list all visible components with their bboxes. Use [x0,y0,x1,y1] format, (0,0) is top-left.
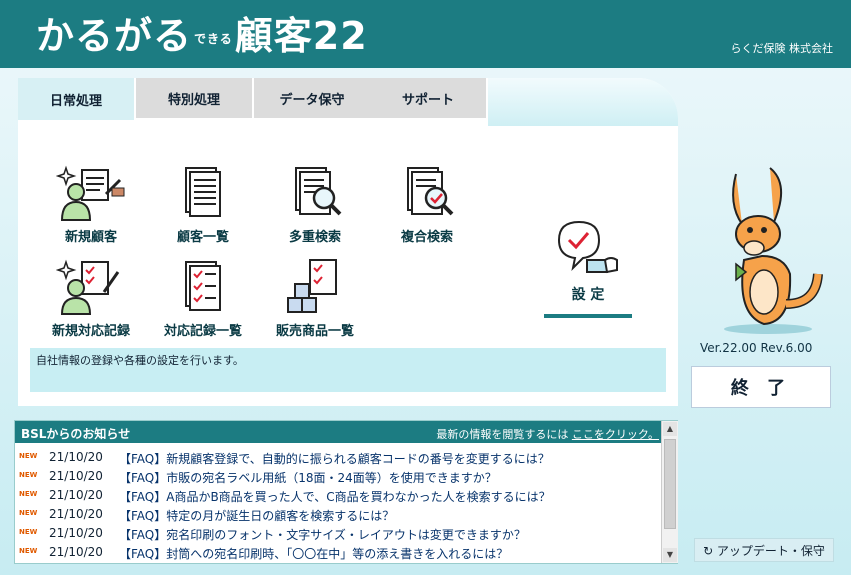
menu-compound-search[interactable]: 複合検索 [372,164,482,245]
menu-label: 多重検索 [288,230,341,245]
new-badge: NEW [19,528,38,536]
news-item[interactable]: NEW 21/10/20 【FAQ】A商品かB商品を買った人で、C商品を買わなかった… [15,486,655,505]
update-maintenance-button[interactable]: ↻ アップデート・保守 [694,538,834,562]
news-panel: BSLからのお知らせ 最新の情報を閲覧するには ここをクリック。 NEW 21/1… [14,420,678,564]
menu-label: 販売商品一覧 [275,324,354,339]
main-panel: 日常処理 特別処理 データ保守 サポート 新規顧客 顧客一覧 多重検索 複合検索… [18,78,678,406]
settings-label: 設 定 [571,287,605,303]
tab-support[interactable]: サポート [370,78,486,118]
new-badge: NEW [19,509,38,517]
exit-button[interactable]: 終 了 [691,366,831,408]
compound-search-icon [407,167,454,216]
menu-multi-search[interactable]: 多重検索 [260,164,370,245]
news-scrollbar[interactable]: ▲ ▼ [661,421,678,563]
app-logo: かるがる できる顧客22 [36,14,368,58]
record-list-icon [185,261,221,311]
news-item[interactable]: NEW 21/10/20 【FAQ】特定の月が誕生日の顧客を検索するには？ [15,505,655,524]
customer-list-icon [185,167,221,217]
news-header: BSLからのお知らせ 最新の情報を閲覧するには ここをクリック。 [15,421,661,443]
menu-label: 新規顧客 [64,230,117,245]
news-item[interactable]: NEW 21/10/20 【FAQ】新規顧客登録で、自動的に振られる顧客コードの番号… [15,448,655,467]
scroll-down-icon[interactable]: ▼ [663,548,677,562]
new-badge: NEW [19,471,38,479]
tab-daily[interactable]: 日常処理 [18,78,134,120]
kangaroo-mascot-icon [724,167,823,334]
products-icon [287,259,337,313]
new-badge: NEW [19,547,38,555]
new-customer-icon [56,165,125,221]
scroll-thumb[interactable] [664,439,676,529]
menu-products[interactable]: 販売商品一覧 [260,258,370,339]
menu-record-list[interactable]: 対応記録一覧 [148,258,258,339]
app-header: かるがる できる顧客22 らくだ保険 株式会社 [0,0,851,68]
menu-new-customer[interactable]: 新規顧客 [36,164,146,245]
news-item[interactable]: NEW 21/10/20 【FAQ】市販の宛名ラベル用紙（18面・24面等）を使用で… [15,467,655,486]
news-title: BSLからのお知らせ [21,427,131,441]
multi-search-icon [295,167,342,216]
settings-check-icon [557,220,618,274]
news-info: 最新の情報を閲覧するには ここをクリック。 [436,428,659,441]
company-name: らくだ保険 株式会社 [730,42,834,55]
menu-label: 複合検索 [400,230,453,245]
settings-underline [544,314,632,318]
menu-customer-list[interactable]: 顧客一覧 [148,164,258,245]
news-item[interactable]: NEW 21/10/20 【FAQ】宛名印刷のフォント・文字サイズ・レイアウトは変更… [15,524,655,543]
scroll-up-icon[interactable]: ▲ [663,422,677,436]
menu-label: 顧客一覧 [176,230,229,245]
menu-label: 対応記録一覧 [163,324,242,339]
menu-new-record[interactable]: 新規対応記録 [36,258,146,339]
new-badge: NEW [19,452,38,460]
settings-button[interactable]: 設 定 [543,216,633,318]
description-box: 自社情報の登録や各種の設定を行います。 [30,348,666,392]
tab-data-maintenance[interactable]: データ保守 [254,78,370,118]
news-item[interactable]: NEW 21/10/20 【FAQ】封筒への宛名印刷時、「〇〇在中」等の添え書きを入… [15,543,655,562]
menu-label: 新規対応記録 [51,324,130,339]
version-text: Ver.22.00 Rev.6.00 [700,341,813,355]
new-badge: NEW [19,490,38,498]
new-record-icon [56,259,120,315]
news-info-link[interactable]: ここをクリック。 [572,428,659,441]
tab-special[interactable]: 特別処理 [136,78,252,118]
